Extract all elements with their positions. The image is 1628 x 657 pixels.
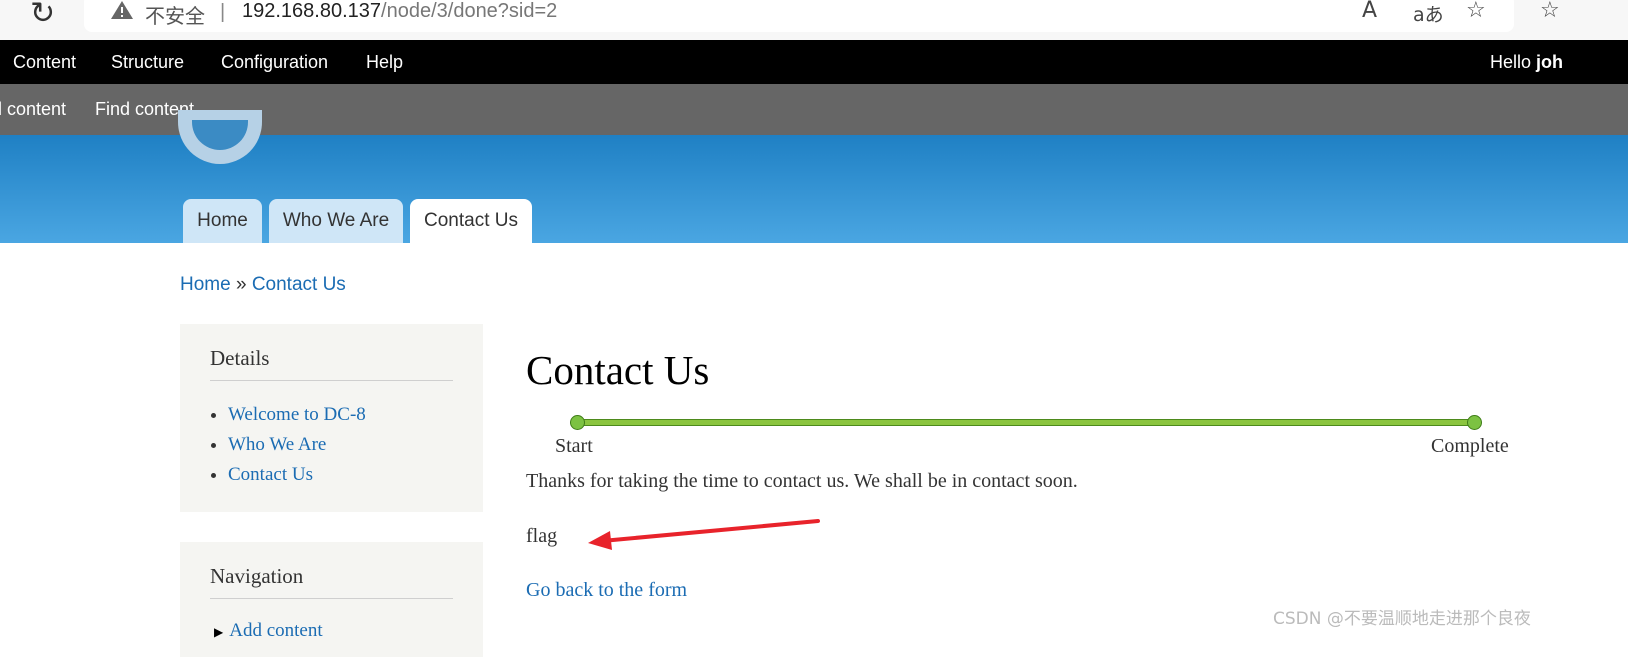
list-item: Contact Us xyxy=(228,460,366,490)
url-path: /node/3/done?sid=2 xyxy=(381,0,558,22)
add-favorite-icon[interactable]: ☆ xyxy=(1466,0,1486,23)
tab-home[interactable]: Home xyxy=(183,199,262,243)
read-aloud-icon[interactable]: A xyxy=(1362,0,1377,23)
reload-icon[interactable]: ↻ xyxy=(30,0,55,31)
url-text[interactable]: 192.168.80.137/node/3/done?sid=2 xyxy=(242,0,557,23)
toolbar-content[interactable]: Content xyxy=(13,52,76,73)
user-name[interactable]: joh xyxy=(1536,52,1563,72)
link-who-we-are[interactable]: Who We Are xyxy=(228,434,326,455)
navigation-list: ▶ Add content xyxy=(214,616,323,647)
insecure-label[interactable]: 不安全 xyxy=(145,0,205,29)
link-add-content[interactable]: Add content xyxy=(229,620,322,641)
greeting-prefix: Hello xyxy=(1490,52,1537,72)
back-to-form-link[interactable]: Go back to the form xyxy=(526,579,687,602)
navigation-block: Navigation ▶ Add content xyxy=(180,542,483,657)
page-title: Contact Us xyxy=(526,347,710,393)
user-greeting[interactable]: Hello joh xyxy=(1490,52,1563,73)
list-item: Welcome to DC-8 xyxy=(228,400,366,430)
flag-text: flag xyxy=(526,525,558,547)
progress-start-dot xyxy=(570,415,585,430)
breadcrumb-separator: » xyxy=(235,274,247,295)
toolbar-configuration[interactable]: Configuration xyxy=(221,52,328,73)
progress-end-dot xyxy=(1467,415,1482,430)
list-item: Who We Are xyxy=(228,430,366,460)
link-welcome-dc8[interactable]: Welcome to DC-8 xyxy=(228,404,366,425)
details-divider xyxy=(210,380,453,381)
navigation-title: Navigation xyxy=(210,564,304,588)
breadcrumb: Home » Contact Us xyxy=(180,274,346,296)
details-block: Details Welcome to DC-8 Who We Are Conta… xyxy=(180,324,483,512)
admin-toolbar: Content Structure Configuration Help Hel… xyxy=(0,40,1628,84)
tab-contact-us-label: Contact Us xyxy=(424,210,518,231)
site-header: Home Who We Are Contact Us xyxy=(0,110,1628,243)
annotation-arrow xyxy=(588,519,820,550)
tab-home-label: Home xyxy=(197,210,248,231)
url-host: 192.168.80.137 xyxy=(242,0,382,22)
browser-bar: ↻ 不安全 | 192.168.80.137/node/3/done?sid=2… xyxy=(0,0,1628,41)
watermark: CSDN @不要温顺地走进那个良夜 xyxy=(1273,609,1531,629)
favorites-icon[interactable]: ☆ xyxy=(1540,0,1560,23)
list-item: ▶ Add content xyxy=(214,616,323,647)
warning-icon[interactable] xyxy=(110,0,134,20)
progress-start-label: Start xyxy=(555,435,593,457)
breadcrumb-home[interactable]: Home xyxy=(180,274,231,295)
tab-who-we-are-label: Who We Are xyxy=(282,210,390,231)
logo-drop-shape xyxy=(192,120,248,150)
tab-contact-us[interactable]: Contact Us xyxy=(410,199,532,243)
shortcut-add-content[interactable]: l content xyxy=(0,99,66,120)
site-logo[interactable] xyxy=(178,110,262,164)
toolbar-structure[interactable]: Structure xyxy=(111,52,184,73)
details-title: Details xyxy=(210,346,270,370)
collapsed-arrow-icon[interactable]: ▶ xyxy=(214,625,223,639)
link-contact-us[interactable]: Contact Us xyxy=(228,464,313,485)
tab-who-we-are[interactable]: Who We Are xyxy=(269,199,403,243)
address-separator: | xyxy=(220,1,226,23)
progress-bar xyxy=(577,419,1474,426)
toolbar-help[interactable]: Help xyxy=(366,52,403,73)
navigation-divider xyxy=(210,598,453,599)
translate-icon[interactable]: aあ xyxy=(1413,0,1444,27)
confirmation-message: Thanks for taking the time to contact us… xyxy=(526,470,1078,492)
breadcrumb-contact-us[interactable]: Contact Us xyxy=(252,274,346,295)
progress-end-label: Complete xyxy=(1431,435,1509,457)
details-list: Welcome to DC-8 Who We Are Contact Us xyxy=(228,400,366,490)
